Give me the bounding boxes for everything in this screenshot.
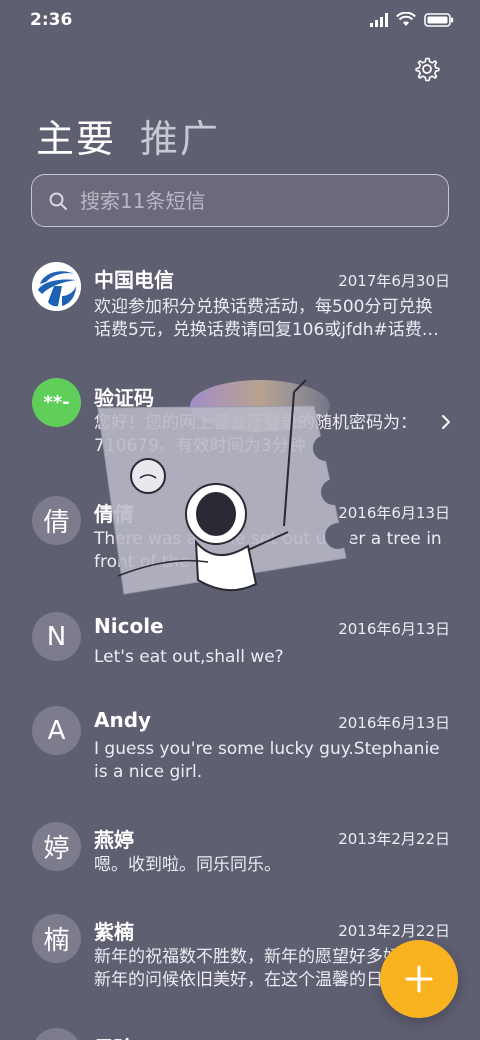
conversation-preview: 欢迎参加积分兑换话费活动，每500分可兑换话费5元，兑换话费请回复106或jfd… (94, 297, 439, 340)
avatar: A (32, 706, 81, 755)
avatar: 楠 (32, 914, 81, 963)
search-box[interactable] (31, 174, 449, 227)
conversation-row[interactable]: 倩 倩倩 2016年6月13日 There was a table set ou… (0, 494, 480, 594)
search-input[interactable] (80, 188, 420, 213)
avatar-text: A (47, 715, 66, 746)
conversation-row[interactable]: **- 验证码 您好！您的网上营业厅登录的随机密码为：710679。有效时间为3… (0, 376, 480, 476)
conversation-date: 2016年6月13日 (338, 504, 450, 522)
china-telecom-logo (32, 262, 81, 311)
signal-icon (370, 12, 388, 27)
avatar: **- (32, 378, 81, 427)
wifi-icon (396, 12, 416, 26)
avatar-text: 倩 (43, 508, 70, 538)
conversation-row[interactable]: N Nicole 2016年6月13日 Let's eat out,shall … (0, 610, 480, 690)
conversation-row[interactable]: 子玲 (0, 1026, 480, 1040)
conversation-name: 倩倩 (94, 502, 134, 526)
avatar-text: 楠 (43, 926, 70, 956)
conversation-preview: I guess you're some lucky guy.Stephanie … (94, 739, 440, 782)
conversation-date: 2013年2月22日 (338, 830, 450, 848)
conversation-name: Andy (94, 708, 152, 732)
conversation-preview: There was a table set out under a tree i… (94, 529, 442, 572)
conversation-date: 2016年6月13日 (338, 714, 450, 732)
tab-bar: 主要 推广 (36, 108, 220, 163)
compose-fab[interactable] (380, 940, 458, 1018)
search-icon (49, 192, 67, 210)
conversation-row[interactable]: 中国电信 2017年6月30日 欢迎参加积分兑换话费活动，每500分可兑换话费5… (0, 256, 480, 362)
status-time: 2:36 (30, 10, 73, 30)
conversation-row[interactable]: 婷 燕婷 2013年2月22日 嗯。收到啦。同乐同乐。 (0, 820, 480, 900)
battery-icon (424, 12, 454, 27)
conversation-name: 紫楠 (94, 920, 134, 944)
plus-icon (405, 965, 433, 993)
tab-promotions[interactable]: 推广 (140, 108, 220, 163)
conversation-preview: 嗯。收到啦。同乐同乐。 (94, 855, 281, 875)
conversation-date: 2017年6月30日 (338, 272, 450, 290)
avatar-text: N (46, 621, 67, 652)
conversation-date: 2013年2月22日 (338, 922, 450, 940)
conversation-name: 验证码 (94, 386, 154, 410)
avatar (32, 1028, 81, 1040)
status-icons (370, 12, 454, 27)
conversation-name: Nicole (94, 614, 164, 638)
status-bar: 2:36 (0, 0, 480, 40)
conversation-preview: 您好！您的网上营业厅登录的随机密码为：710679。有效时间为3分钟 (94, 413, 417, 456)
avatar-text: 婷 (43, 834, 70, 864)
conversation-name: 子玲 (94, 1032, 134, 1040)
conversation-name: 燕婷 (94, 828, 134, 852)
gear-icon[interactable] (414, 56, 440, 82)
avatar: 婷 (32, 822, 81, 871)
conversation-preview: Let's eat out,shall we? (94, 647, 284, 667)
conversation-row[interactable]: A Andy 2016年6月13日 I guess you're some lu… (0, 704, 480, 804)
conversation-name: 中国电信 (94, 268, 174, 292)
conversation-date: 2016年6月13日 (338, 620, 450, 638)
tab-main[interactable]: 主要 (36, 108, 116, 163)
avatar-text: **- (43, 392, 70, 413)
avatar: N (32, 612, 81, 661)
chevron-right-icon[interactable] (440, 414, 452, 430)
avatar: 倩 (32, 496, 81, 545)
